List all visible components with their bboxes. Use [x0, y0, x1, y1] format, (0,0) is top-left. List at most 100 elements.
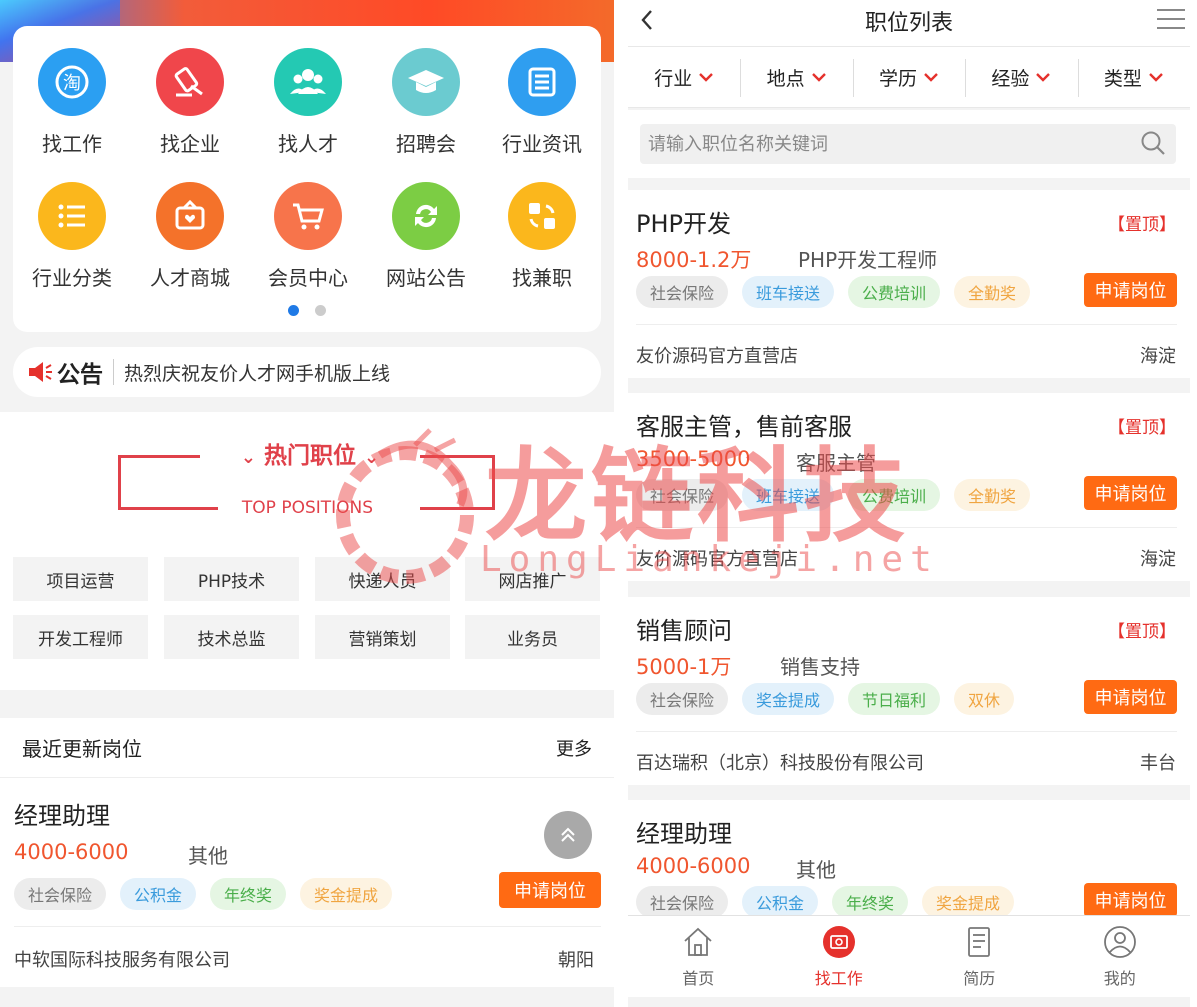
menu-item-industry-news[interactable]: 行业资讯 — [483, 48, 601, 157]
search-area — [628, 110, 1190, 178]
hot-tag[interactable]: 技术总监 — [164, 615, 299, 659]
filter-bar: 行业 地点 学历 经验 类型 — [628, 46, 1190, 108]
company-name[interactable]: 百达瑞积（北京）科技股份有限公司 — [636, 749, 924, 775]
job-area: 海淀 — [1140, 346, 1176, 367]
job-title[interactable]: 经理助理 — [636, 814, 732, 849]
filter-education[interactable]: 学历 — [852, 47, 965, 107]
company-name[interactable]: 友价源码官方直营店 — [636, 545, 798, 571]
menu-item-member-center[interactable]: 会员中心 — [249, 182, 367, 291]
menu-item-find-company[interactable]: 找企业 — [131, 48, 249, 157]
job-category: 销售支持 — [780, 655, 860, 679]
announcement-text[interactable]: 热烈庆祝友价人才网手机版上线 — [124, 359, 390, 386]
filter-location[interactable]: 地点 — [740, 47, 852, 107]
job-benefit-tags: 社会保险 奖金提成 节日福利 双休 — [636, 683, 1015, 715]
job-area: 朝阳 — [558, 950, 594, 971]
hot-tag[interactable]: 项目运营 — [13, 557, 148, 601]
menu-item-site-announcement[interactable]: 网站公告 — [367, 182, 485, 291]
apply-button[interactable]: 申请岗位 — [1084, 883, 1177, 917]
benefit-tag: 奖金提成 — [922, 886, 1015, 918]
more-link[interactable]: 更多 — [556, 735, 592, 761]
tab-profile[interactable]: 我的 — [1050, 916, 1191, 997]
tab-resume[interactable]: 简历 — [909, 916, 1050, 997]
company-name[interactable]: 中软国际科技服务有限公司 — [14, 946, 230, 972]
carousel-dots[interactable] — [13, 305, 601, 316]
home-icon — [684, 927, 712, 956]
menu-item-job-fair[interactable]: 招聘会 — [367, 48, 485, 157]
benefit-tag: 公费培训 — [848, 276, 941, 308]
job-benefit-tags: 社会保险 班车接送 公费培训 全勤奖 — [636, 479, 1031, 511]
left-home-screen: 淘 找工作 找企业 找人才 招聘会 行业资讯 行业分类 人才商城 会员中心 网站… — [0, 0, 614, 1007]
apply-button[interactable]: 申请岗位 — [1084, 680, 1177, 714]
pinned-badge: 【置顶】 — [1108, 215, 1176, 235]
announcement-label: 公告 — [57, 362, 103, 388]
menu-item-find-talent[interactable]: 找人才 — [249, 48, 367, 157]
carousel-dot-active[interactable] — [288, 305, 299, 316]
job-salary: 3500-5000 — [636, 447, 751, 471]
chevron-down-icon — [699, 73, 714, 82]
resume-icon — [968, 926, 991, 957]
find-job-tab-icon — [822, 925, 855, 958]
tab-find-job[interactable]: 找工作 — [769, 916, 910, 997]
apply-button[interactable]: 申请岗位 — [1084, 273, 1177, 307]
job-fair-icon — [392, 48, 460, 116]
job-salary: 5000-1万 — [636, 655, 732, 679]
benefit-tag: 奖金提成 — [300, 878, 393, 910]
filter-label: 类型 — [1103, 67, 1142, 90]
company-name[interactable]: 友价源码官方直营店 — [636, 342, 798, 368]
job-title[interactable]: PHP开发 — [636, 204, 731, 239]
job-card[interactable]: 销售顾问 【置顶】 5000-1万 销售支持 社会保险 奖金提成 节日福利 双休… — [628, 597, 1190, 785]
job-salary: 8000-1.2万 — [636, 248, 752, 272]
apply-button[interactable]: 申请岗位 — [1084, 476, 1177, 510]
hot-tag[interactable]: 营销策划 — [315, 615, 450, 659]
job-card[interactable]: 经理助理 4000-6000 其他 社会保险 公积金 年终奖 奖金提成 申请岗位… — [0, 780, 614, 990]
job-title[interactable]: 客服主管，售前客服 — [636, 407, 852, 442]
menu-label: 找兼职 — [512, 266, 572, 290]
job-title[interactable]: 经理助理 — [14, 796, 110, 831]
hot-tag[interactable]: 业务员 — [465, 615, 600, 659]
benefit-tag: 社会保险 — [636, 479, 729, 511]
job-benefit-tags: 社会保险 班车接送 公费培训 全勤奖 — [636, 276, 1031, 308]
menu-item-part-time[interactable]: 找兼职 — [483, 182, 601, 291]
job-card[interactable]: 客服主管，售前客服 【置顶】 3500-5000 客服主管 社会保险 班车接送 … — [628, 393, 1190, 581]
filter-type[interactable]: 类型 — [1077, 47, 1190, 107]
job-card[interactable]: 经理助理 4000-6000 其他 社会保险 公积金 年终奖 奖金提成 申请岗位 — [628, 800, 1190, 920]
svg-text:淘: 淘 — [63, 73, 81, 94]
nav-header: 职位列表 — [628, 0, 1190, 46]
menu-item-talent-mall[interactable]: 人才商城 — [131, 182, 249, 291]
menu-item-industry-category[interactable]: 行业分类 — [13, 182, 131, 291]
hot-tag[interactable]: 快递人员 — [315, 557, 450, 601]
chevron-down-icon — [811, 73, 826, 82]
carousel-dot[interactable] — [315, 305, 326, 316]
menu-label: 行业分类 — [32, 266, 112, 290]
menu-label: 会员中心 — [268, 266, 348, 290]
divider — [636, 324, 1177, 325]
hamburger-menu-icon[interactable] — [1156, 6, 1186, 32]
tab-home[interactable]: 首页 — [628, 916, 769, 997]
benefit-tag: 社会保险 — [14, 878, 107, 910]
filter-label: 地点 — [766, 67, 805, 90]
hot-tag[interactable]: PHP技术 — [164, 557, 299, 601]
announcement-bar[interactable]: 公告 热烈庆祝友价人才网手机版上线 — [13, 347, 601, 397]
search-input[interactable] — [640, 124, 1176, 164]
filter-experience[interactable]: 经验 — [965, 47, 1077, 107]
pinned-badge: 【置顶】 — [1108, 418, 1176, 438]
hot-tag[interactable]: 网店推广 — [465, 557, 600, 601]
job-salary: 4000-6000 — [14, 840, 129, 864]
find-talent-icon — [274, 48, 342, 116]
search-icon[interactable] — [1140, 130, 1166, 156]
site-announcement-icon — [392, 182, 460, 250]
benefit-tag: 社会保险 — [636, 886, 729, 918]
menu-item-find-job[interactable]: 淘 找工作 — [13, 48, 131, 157]
job-card[interactable]: PHP开发 【置顶】 8000-1.2万 PHP开发工程师 社会保险 班车接送 … — [628, 190, 1190, 378]
chevron-down-icon — [1148, 73, 1163, 82]
filter-industry[interactable]: 行业 — [628, 47, 740, 107]
benefit-tag: 奖金提成 — [742, 683, 835, 715]
apply-button[interactable]: 申请岗位 — [499, 872, 601, 908]
hot-tag[interactable]: 开发工程师 — [13, 615, 148, 659]
chevron-down-icon: ⌄ — [240, 447, 256, 468]
scroll-to-top-button[interactable] — [544, 811, 592, 859]
member-center-icon — [274, 182, 342, 250]
menu-label: 行业资讯 — [502, 132, 582, 156]
part-time-icon — [508, 182, 576, 250]
job-title[interactable]: 销售顾问 — [636, 611, 732, 646]
